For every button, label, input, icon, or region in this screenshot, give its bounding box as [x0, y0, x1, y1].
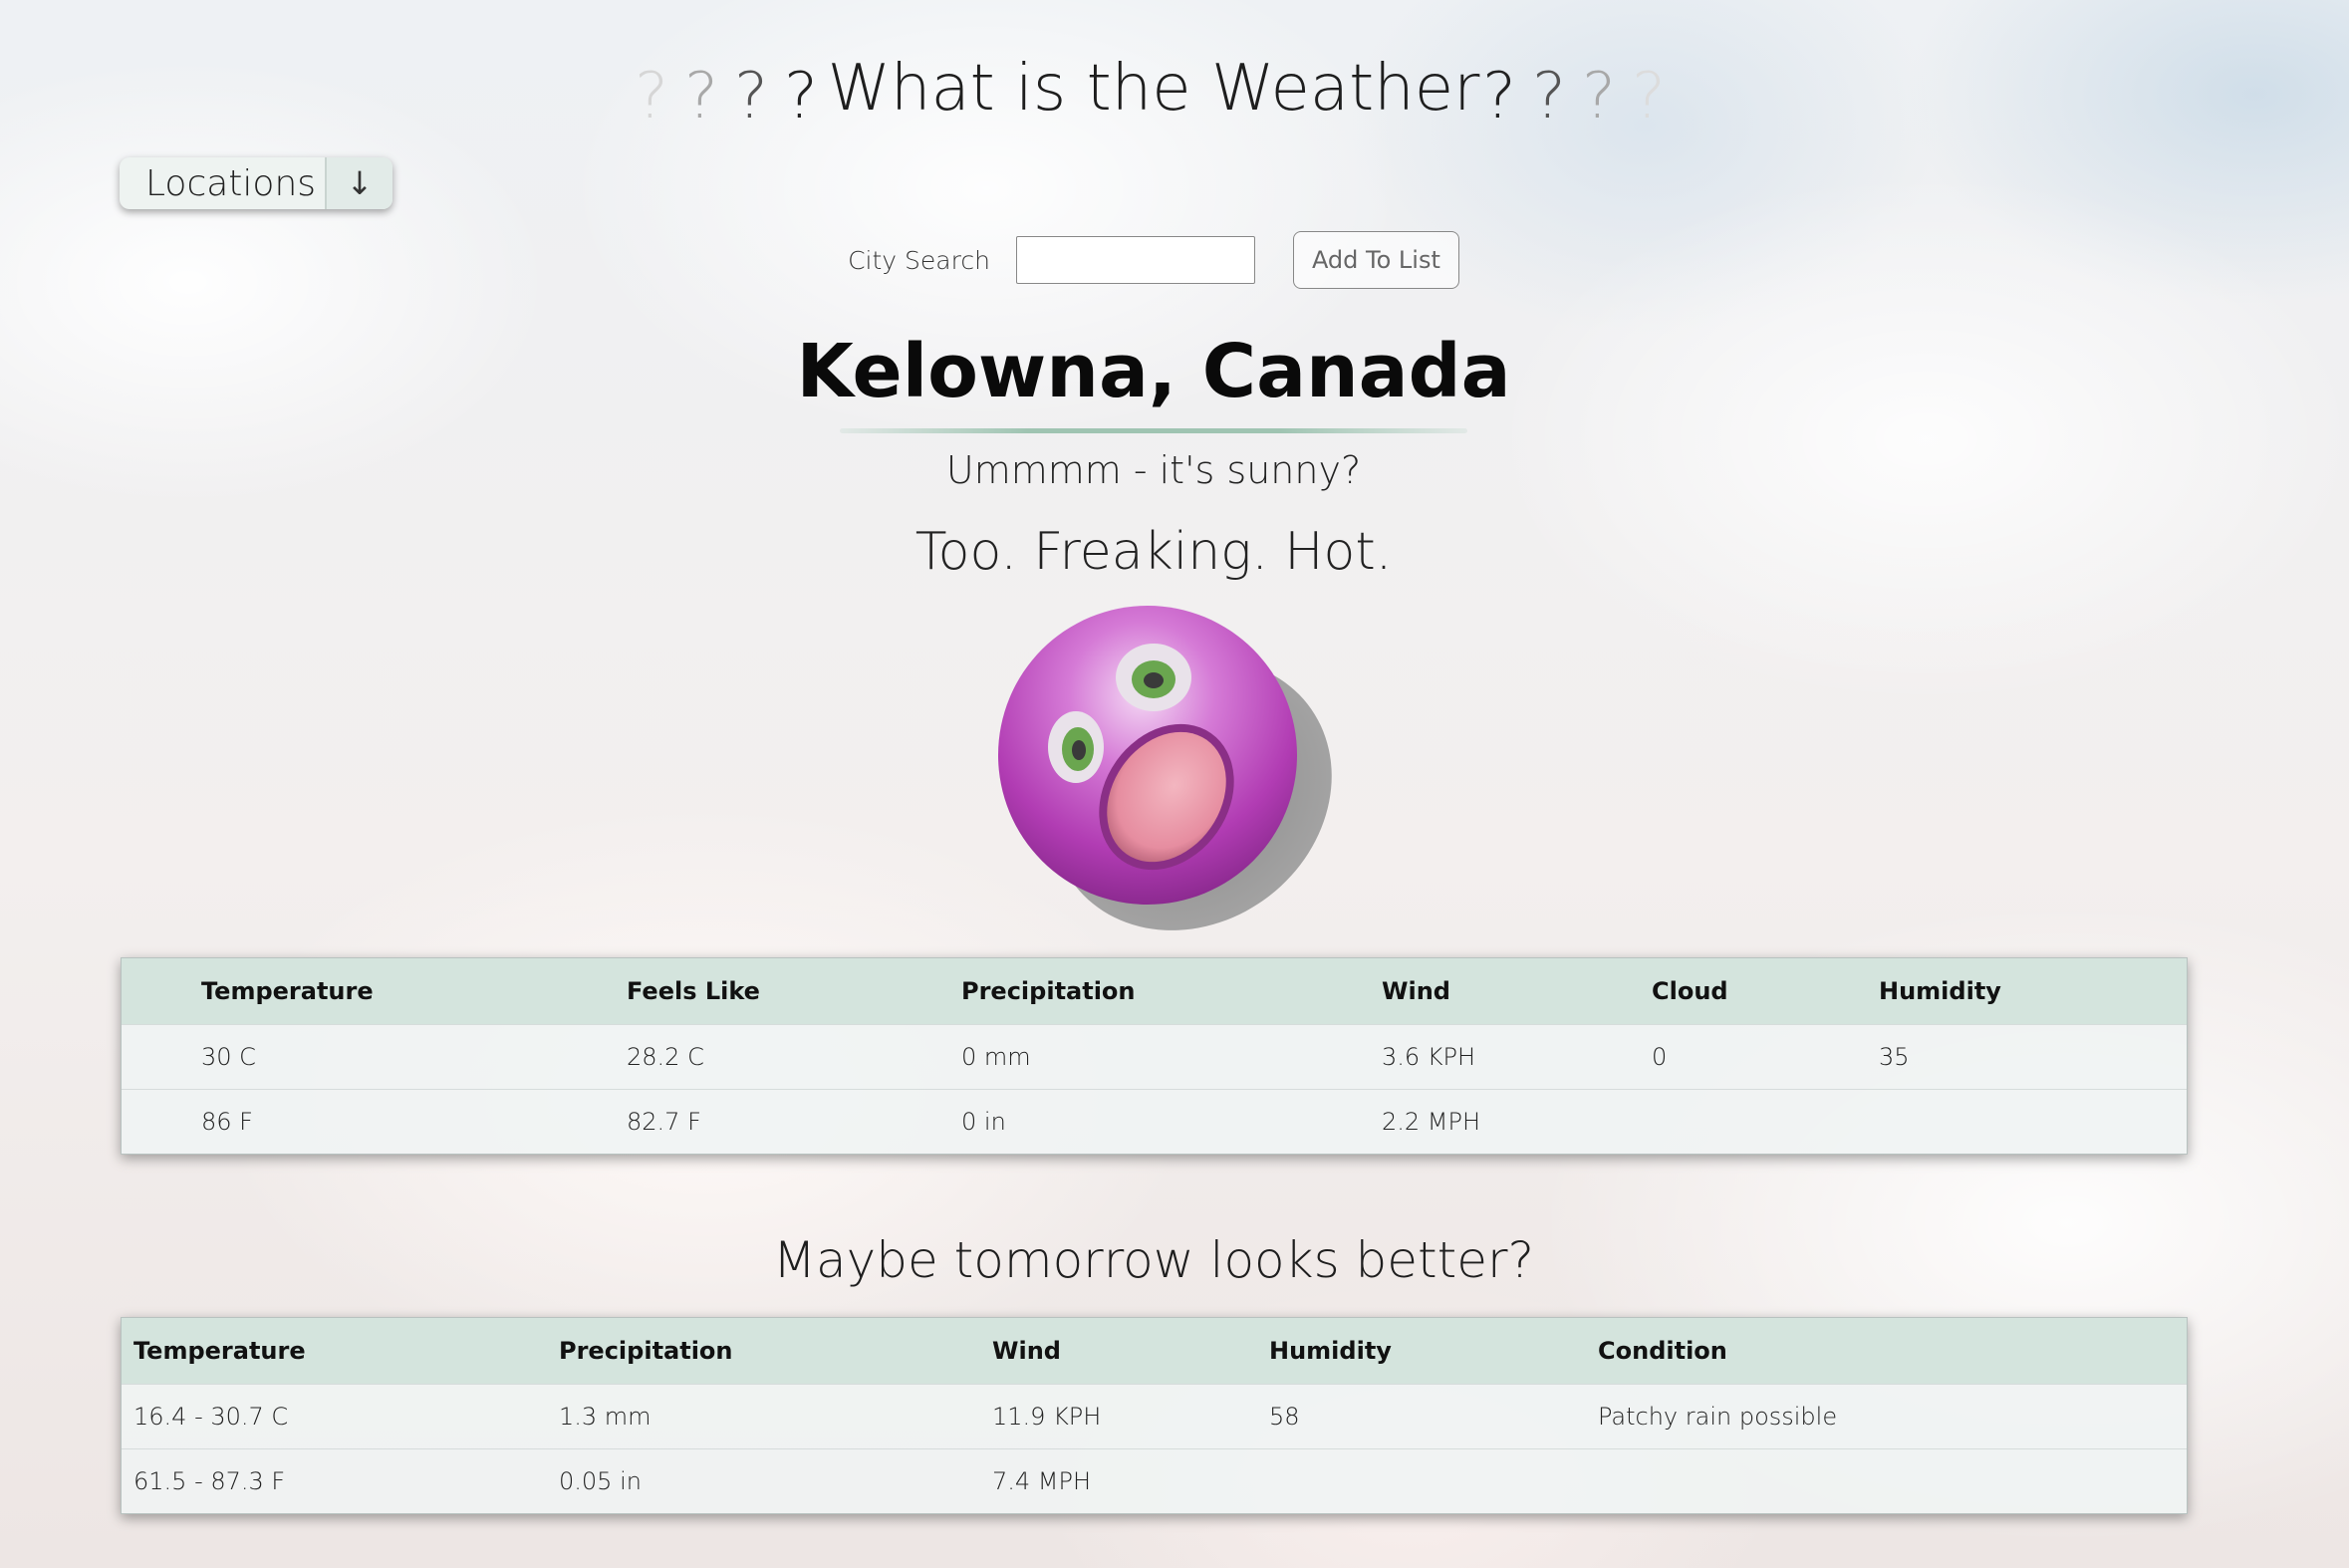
- table-cell: 82.7 F: [627, 1089, 961, 1154]
- table-cell: [1269, 1448, 1598, 1513]
- table-cell: 30 C: [122, 1024, 627, 1090]
- table-row: 16.4 - 30.7 C 1.3 mm 11.9 KPH 58 Patchy …: [122, 1384, 2187, 1449]
- table-cell: 11.9 KPH: [992, 1384, 1269, 1449]
- column-header: Condition: [1598, 1318, 2187, 1385]
- column-header: Temperature: [122, 958, 627, 1025]
- table-row: 86 F 82.7 F 0 in 2.2 MPH: [122, 1089, 2187, 1154]
- page-header: ? ? ? ? What is the Weather ? ? ? ?: [0, 48, 2349, 157]
- weather-verdict: Too. Freaking. Hot.: [914, 522, 1393, 582]
- city-search-input[interactable]: [1015, 236, 1255, 284]
- question-mark: ?: [1582, 60, 1616, 133]
- surprised-purple-face-icon: [998, 606, 1332, 930]
- table-cell: 3.6 KPH: [1382, 1024, 1652, 1090]
- table-cell: [1879, 1089, 2187, 1154]
- table-cell: [1652, 1089, 1879, 1154]
- question-mark: ?: [1632, 60, 1666, 133]
- table-cell: Patchy rain possible: [1598, 1384, 2187, 1449]
- arrow-down-icon[interactable]: ↓: [327, 157, 392, 209]
- city-search-label: City Search: [848, 245, 990, 275]
- column-header: Wind: [992, 1318, 1269, 1385]
- column-header: Humidity: [1879, 958, 2187, 1025]
- city-search-form: City Search Add To List: [0, 231, 2307, 289]
- forecast-table: Temperature Precipitation Wind Humidity …: [121, 1317, 2188, 1514]
- city-name: Kelowna, Canada: [796, 329, 1511, 414]
- table-cell: 1.3 mm: [559, 1384, 992, 1449]
- table-cell: 61.5 - 87.3 F: [122, 1448, 559, 1513]
- column-header: Feels Like: [627, 958, 961, 1025]
- table-cell: 7.4 MPH: [992, 1448, 1269, 1513]
- condition-text: Ummmm - it's sunny?: [945, 448, 1362, 492]
- table-cell: 0 mm: [961, 1024, 1382, 1090]
- eye-left: [1048, 711, 1104, 783]
- table-row: 30 C 28.2 C 0 mm 3.6 KPH 0 35: [122, 1024, 2187, 1090]
- table-cell: 0.05 in: [559, 1448, 992, 1513]
- current-conditions-table: Temperature Feels Like Precipitation Win…: [121, 957, 2188, 1155]
- page-title: What is the Weather: [827, 52, 1480, 126]
- add-to-list-button[interactable]: Add To List: [1292, 231, 1459, 289]
- table-cell: [1598, 1448, 2187, 1513]
- column-header: Precipitation: [961, 958, 1382, 1025]
- table-header-row: Temperature Feels Like Precipitation Win…: [122, 958, 2187, 1025]
- table-cell: 58: [1269, 1384, 1598, 1449]
- column-header: Temperature: [122, 1318, 559, 1385]
- question-mark: ?: [1532, 60, 1566, 133]
- question-marks-right: ? ? ? ?: [1481, 60, 1667, 133]
- table-cell: 35: [1879, 1024, 2187, 1090]
- table-cell: 0: [1652, 1024, 1879, 1090]
- table-header-row: Temperature Precipitation Wind Humidity …: [122, 1318, 2187, 1385]
- locations-dropdown[interactable]: Locations ↓: [120, 157, 392, 209]
- column-header: Wind: [1382, 958, 1652, 1025]
- table-cell: 86 F: [122, 1089, 627, 1154]
- table-cell: 2.2 MPH: [1382, 1089, 1652, 1154]
- table-cell: 0 in: [961, 1089, 1382, 1154]
- locations-dropdown-label: Locations: [120, 157, 327, 209]
- column-header: Cloud: [1652, 958, 1879, 1025]
- table-cell: 28.2 C: [627, 1024, 961, 1090]
- forecast-heading: Maybe tomorrow looks better?: [772, 1231, 1535, 1289]
- table-cell: 16.4 - 30.7 C: [122, 1384, 559, 1449]
- column-header: Precipitation: [559, 1318, 992, 1385]
- question-mark: ?: [1482, 60, 1516, 133]
- eye-top: [1116, 644, 1191, 711]
- column-header: Humidity: [1269, 1318, 1598, 1385]
- table-row: 61.5 - 87.3 F 0.05 in 7.4 MPH: [122, 1448, 2187, 1513]
- city-underline: [840, 428, 1467, 433]
